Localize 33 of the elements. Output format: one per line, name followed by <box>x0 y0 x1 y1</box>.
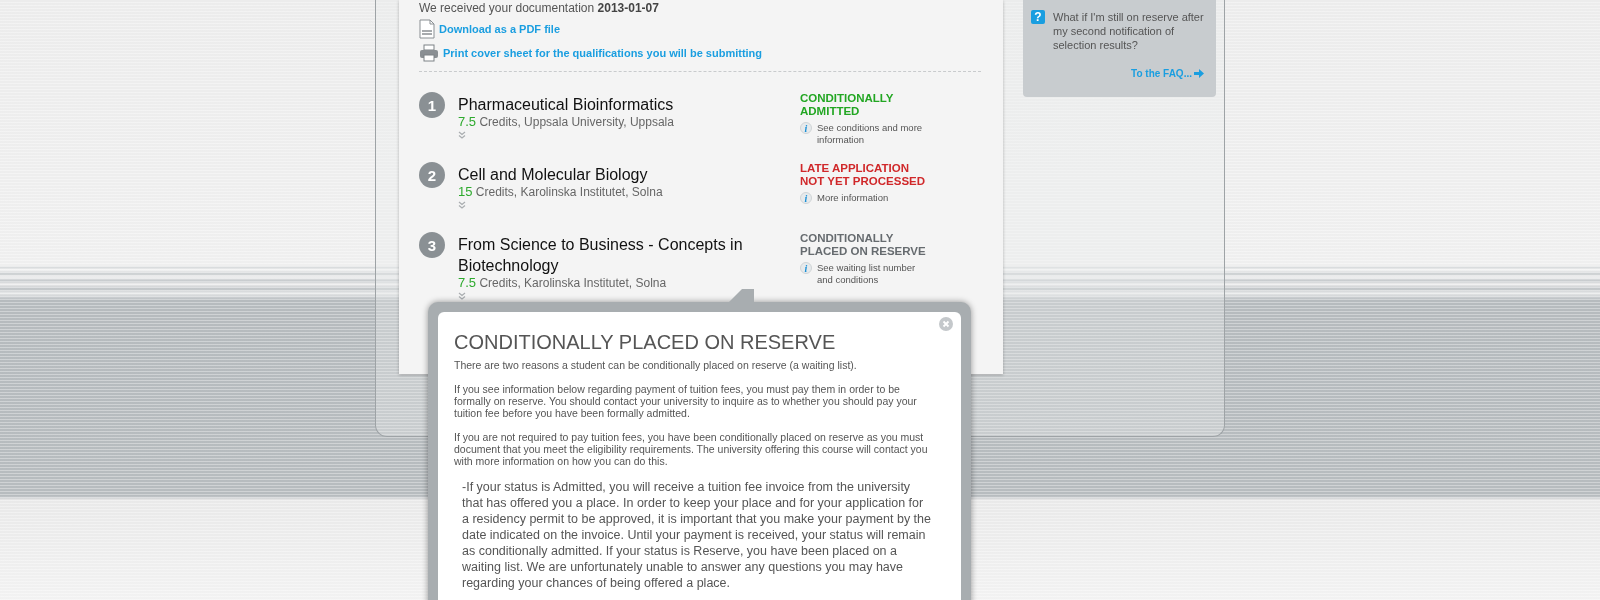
course-details: 15 Credits, Karolinska Institutet, Solna <box>458 185 664 199</box>
popup-note: -If your status is Admitted, you will receive a tuition fee invoice from the university that has offered you a place. In order to keep your place and for your application for a residency permit to be approved, it is important that you make your payment by the date indicated on the invoice. Until your payment is received, your status will remain as conditionally admitted. If your status is Reserve, you have been placed on a waiting list. We are unfortunately unable to answer any questions you may have regarding your chances of being offered a place. <box>462 479 931 591</box>
info-icon: i <box>800 262 812 274</box>
info-icon: i <box>800 122 812 134</box>
document-icon <box>419 19 435 39</box>
popup-paragraph: If you are not required to pay tuition fees, you have been conditionally placed on reserve as you must document that you meet the eligibility requirements. The university offering this course will contact you with more information on how you can do this. <box>454 431 929 467</box>
course-title: Cell and Molecular Biology <box>458 165 649 185</box>
info-icon: i <box>800 192 812 204</box>
status-label: LATE APPLICATION NOT YET PROCESSED <box>800 162 927 188</box>
info-link[interactable]: See waiting list number and conditions <box>817 262 933 286</box>
printer-icon <box>419 44 439 62</box>
faq-question: What if I'm still on reserve after my second notification of selection results? <box>1053 10 1204 52</box>
course-title: Pharmaceutical Bioinformatics <box>458 95 675 115</box>
question-mark-icon: ? <box>1031 10 1045 24</box>
course-number: 2 <box>419 162 445 188</box>
info-link[interactable]: More information <box>817 192 933 204</box>
status-label: CONDITIONALLY ADMITTED <box>800 92 895 118</box>
close-icon <box>939 317 953 331</box>
status-label: CONDITIONALLY PLACED ON RESERVE <box>800 232 927 258</box>
course-details: 7.5 Credits, Uppsala University, Uppsala <box>458 115 675 129</box>
popup-paragraph: There are two reasons a student can be conditionally placed on reserve (a waiting list). <box>454 359 858 371</box>
documentation-text: We received your documentation 2013-01-07 <box>419 0 660 15</box>
double-chevron-down-icon <box>458 131 466 139</box>
course-title: From Science to Business - Concepts in Biotechnology <box>458 235 744 276</box>
course-number: 3 <box>419 232 445 258</box>
arrow-right-icon <box>1194 69 1204 78</box>
course-details: 7.5 Credits, Karolinska Institutet, Solna <box>458 276 668 290</box>
popup-title: CONDITIONALLY PLACED ON RESERVE <box>454 330 837 354</box>
popup-paragraph: If you see information below regarding payment of tuition fees, you must pay them in order to be formally on reserve. You should contact your university to inquire as to whether you should pay your tuition fee before you have been formally admitted. <box>454 383 918 419</box>
info-link[interactable]: See conditions and more information <box>817 122 933 146</box>
course-number: 1 <box>419 92 445 118</box>
double-chevron-down-icon <box>458 201 466 209</box>
double-chevron-down-icon <box>458 292 466 300</box>
